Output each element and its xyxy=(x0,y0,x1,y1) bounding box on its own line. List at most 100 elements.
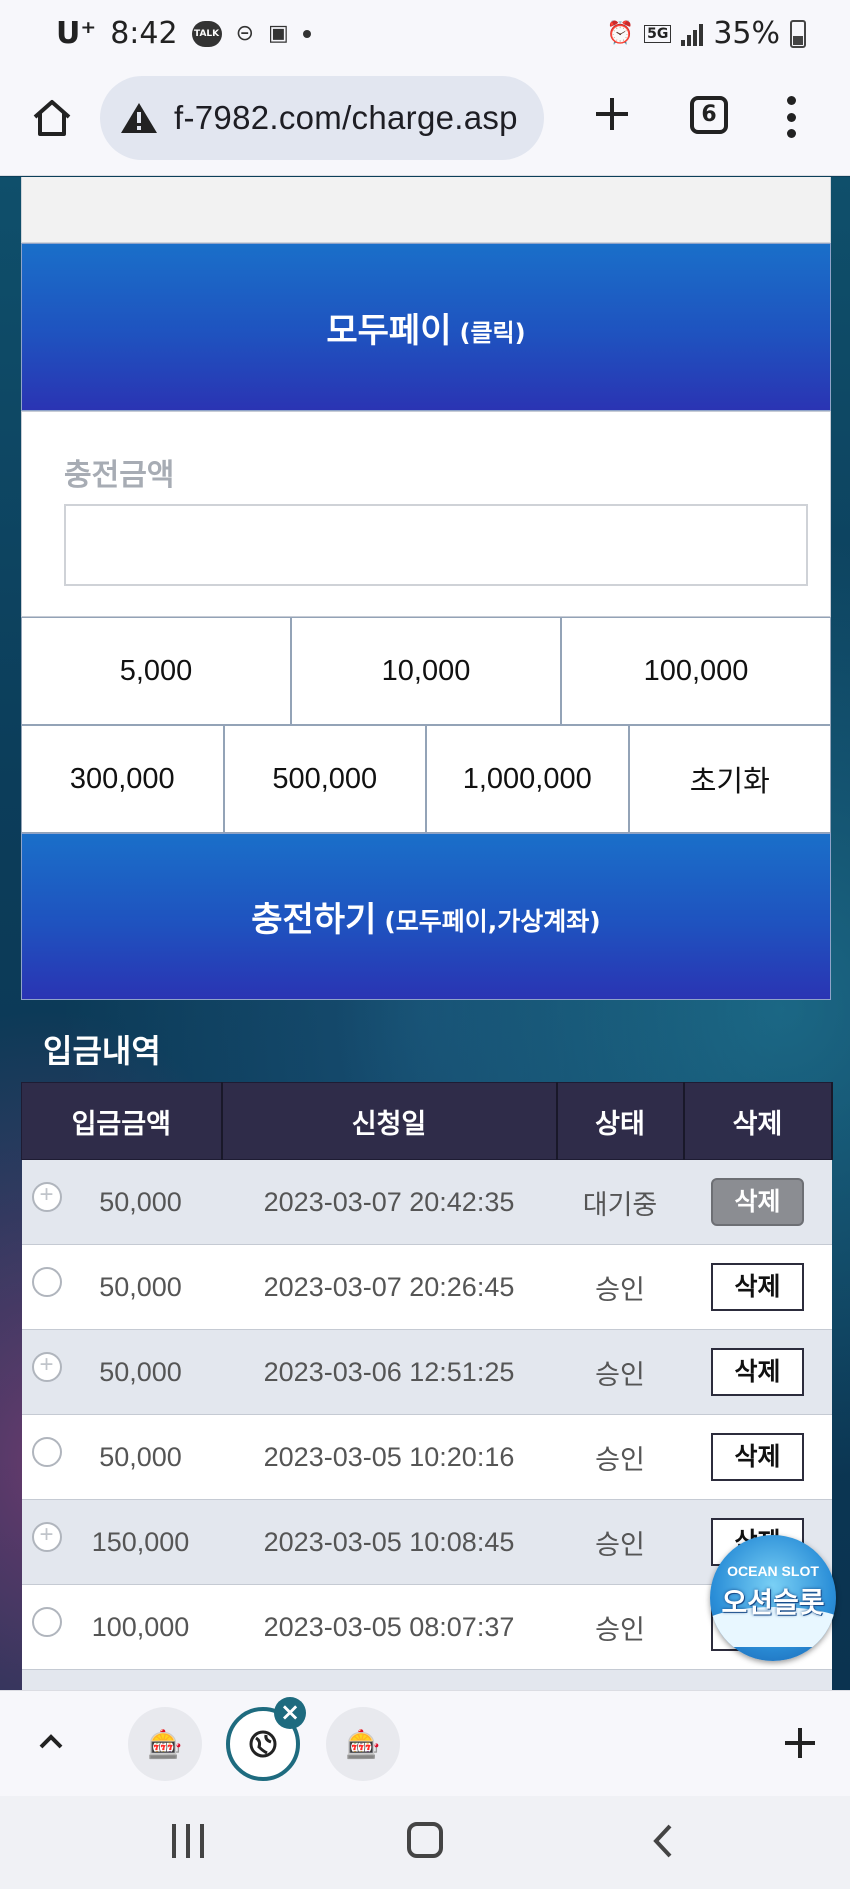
globe-icon xyxy=(249,1730,277,1758)
delete-button[interactable]: 삭제 xyxy=(711,1263,804,1311)
expand-toggle-icon[interactable] xyxy=(31,1351,62,1382)
delete-button[interactable]: 삭제 xyxy=(711,1433,804,1481)
date-cell: 2023-03-05 10:20:16 xyxy=(221,1414,557,1500)
kakaotalk-icon: TALK xyxy=(191,20,222,47)
ocean-badge-en: OCEAN SLOT xyxy=(727,1563,819,1579)
amount-value: 50,000 xyxy=(99,1356,182,1387)
expand-toggle-icon[interactable] xyxy=(31,1267,62,1297)
column-header-status: 상태 xyxy=(556,1082,685,1160)
top-strip xyxy=(21,177,831,243)
notification-dot-icon xyxy=(302,29,311,38)
modupay-button[interactable]: 모두페이 (클릭) xyxy=(21,243,831,411)
amount-value: 150,000 xyxy=(91,1526,190,1557)
status-cell: 승인 xyxy=(556,1414,684,1500)
quick-amount-10000-button[interactable]: 10,000 xyxy=(291,617,561,725)
ocean-slot-badge[interactable]: OCEAN SLOT 오션슬롯 xyxy=(710,1535,836,1661)
status-cell: 승인 xyxy=(556,1499,684,1585)
ocean-badge-ko: 오션슬롯 xyxy=(721,1586,825,1619)
delete-cell: 삭제 xyxy=(683,1244,832,1330)
more-options-icon[interactable] xyxy=(786,96,796,138)
expand-toggle-icon[interactable] xyxy=(31,1437,62,1467)
recent-apps-icon[interactable] xyxy=(172,1824,204,1858)
date-cell: 2023-03-06 12:51:25 xyxy=(221,1329,557,1415)
table-row: 50,000 2023-03-07 20:42:35 대기중 삭제 xyxy=(21,1159,832,1245)
amount-value: 50,000 xyxy=(99,1441,182,1472)
slot-tab-icon[interactable]: 🎰 xyxy=(326,1707,400,1781)
amount-cell: 50,000 xyxy=(21,1329,222,1415)
amount-input[interactable] xyxy=(64,504,808,586)
amount-label: 충전금액 xyxy=(64,458,175,493)
browser-tab-strip: 🎰 × 🎰 xyxy=(0,1690,850,1796)
expand-toggle-icon[interactable] xyxy=(31,1521,62,1552)
quick-amount-500000-button[interactable]: 500,000 xyxy=(223,725,426,833)
delete-button[interactable]: 삭제 xyxy=(711,1178,804,1226)
amount-panel: 충전금액 xyxy=(21,411,831,617)
table-row: 50,000 2023-03-05 10:20:16 승인 삭제 xyxy=(21,1414,832,1500)
date-cell: 2023-03-05 08:07:37 xyxy=(221,1584,557,1670)
status-cell: 승인 xyxy=(556,1244,684,1330)
charge-page: 모두페이 (클릭) 충전금액 5,000 10,000 100,000 300,… xyxy=(21,177,833,1755)
amount-cell: 50,000 xyxy=(21,1414,222,1500)
column-header-date: 신청일 xyxy=(221,1082,558,1160)
delete-cell: 삭제 xyxy=(683,1329,832,1415)
address-field[interactable]: f-7982.com/charge.asp xyxy=(100,76,544,160)
delete-cell: 삭제 xyxy=(683,1159,832,1245)
quick-amount-row-2: 300,000 500,000 1,000,000 초기화 xyxy=(21,725,831,833)
signal-icon xyxy=(681,22,704,46)
home-icon[interactable] xyxy=(30,96,74,140)
warning-icon[interactable] xyxy=(120,101,158,135)
quick-amount-row-1: 5,000 10,000 100,000 xyxy=(21,617,831,725)
modupay-label: 모두페이 xyxy=(326,310,452,351)
status-cell: 승인 xyxy=(556,1329,684,1415)
home-button-icon[interactable] xyxy=(407,1822,443,1858)
close-tab-icon[interactable]: × xyxy=(274,1697,306,1729)
quick-amount-300000-button[interactable]: 300,000 xyxy=(21,725,224,833)
table-header-row: 입금금액 신청일 상태 삭제 xyxy=(21,1082,833,1160)
amount-cell: 50,000 xyxy=(21,1244,222,1330)
browser-toolbar: f-7982.com/charge.asp 6 xyxy=(0,70,850,176)
quick-amount-100000-button[interactable]: 100,000 xyxy=(561,617,831,725)
battery-icon xyxy=(790,19,806,48)
charge-sub-label: (모두페이,가상계좌) xyxy=(384,906,601,936)
reset-button[interactable]: 초기화 xyxy=(628,725,831,833)
chevron-up-icon[interactable] xyxy=(36,1727,66,1757)
deposit-history-table: 입금금액 신청일 상태 삭제 50,000 2023-03-07 20:42:3… xyxy=(21,1082,833,1755)
delete-button[interactable]: 삭제 xyxy=(711,1348,804,1396)
clock: 8:42 xyxy=(110,16,178,51)
back-icon[interactable] xyxy=(648,1822,678,1860)
quick-amount-1000000-button[interactable]: 1,000,000 xyxy=(426,725,629,833)
quick-amount-5000-button[interactable]: 5,000 xyxy=(21,617,291,725)
url-text: f-7982.com/charge.asp xyxy=(174,99,518,136)
status-cell: 대기중 xyxy=(556,1159,684,1245)
tab-switcher-button[interactable]: 6 xyxy=(690,96,728,134)
delete-cell: 삭제 xyxy=(683,1414,832,1500)
date-cell: 2023-03-05 10:08:45 xyxy=(221,1499,557,1585)
amount-value: 50,000 xyxy=(99,1186,182,1217)
amount-value: 100,000 xyxy=(91,1611,190,1642)
gallery-icon: ▣ xyxy=(268,21,289,46)
amount-cell: 150,000 xyxy=(21,1499,222,1585)
expand-toggle-icon[interactable] xyxy=(31,1181,62,1212)
link-icon: ⊝ xyxy=(235,21,255,46)
table-row: 50,000 2023-03-06 12:51:25 승인 삭제 xyxy=(21,1329,832,1415)
new-tab-icon[interactable] xyxy=(592,94,632,134)
amount-value: 50,000 xyxy=(99,1271,182,1302)
amount-cell: 100,000 xyxy=(21,1584,222,1670)
network-type: 5G xyxy=(644,24,672,43)
slot-tab-icon[interactable]: 🎰 xyxy=(128,1707,202,1781)
status-bar: U⁺ 8:42 TALK ⊝ ▣ ⏰ 5G 35% xyxy=(0,0,850,70)
expand-toggle-icon[interactable] xyxy=(31,1607,62,1637)
modupay-sub-label: (클릭) xyxy=(459,318,526,347)
alarm-icon: ⏰ xyxy=(606,21,635,46)
date-cell: 2023-03-07 20:42:35 xyxy=(221,1159,557,1245)
table-row: 50,000 2023-03-07 20:26:45 승인 삭제 xyxy=(21,1244,832,1330)
battery-percent: 35% xyxy=(713,16,780,51)
add-tab-icon[interactable] xyxy=(782,1725,818,1761)
column-header-delete: 삭제 xyxy=(683,1082,833,1160)
amount-cell: 50,000 xyxy=(21,1159,222,1245)
column-header-amount: 입금금액 xyxy=(21,1082,223,1160)
system-nav-bar xyxy=(0,1796,850,1889)
carrier-label: U⁺ xyxy=(56,16,97,51)
status-cell: 승인 xyxy=(556,1584,684,1670)
charge-button[interactable]: 충전하기 (모두페이,가상계좌) xyxy=(21,833,831,1000)
